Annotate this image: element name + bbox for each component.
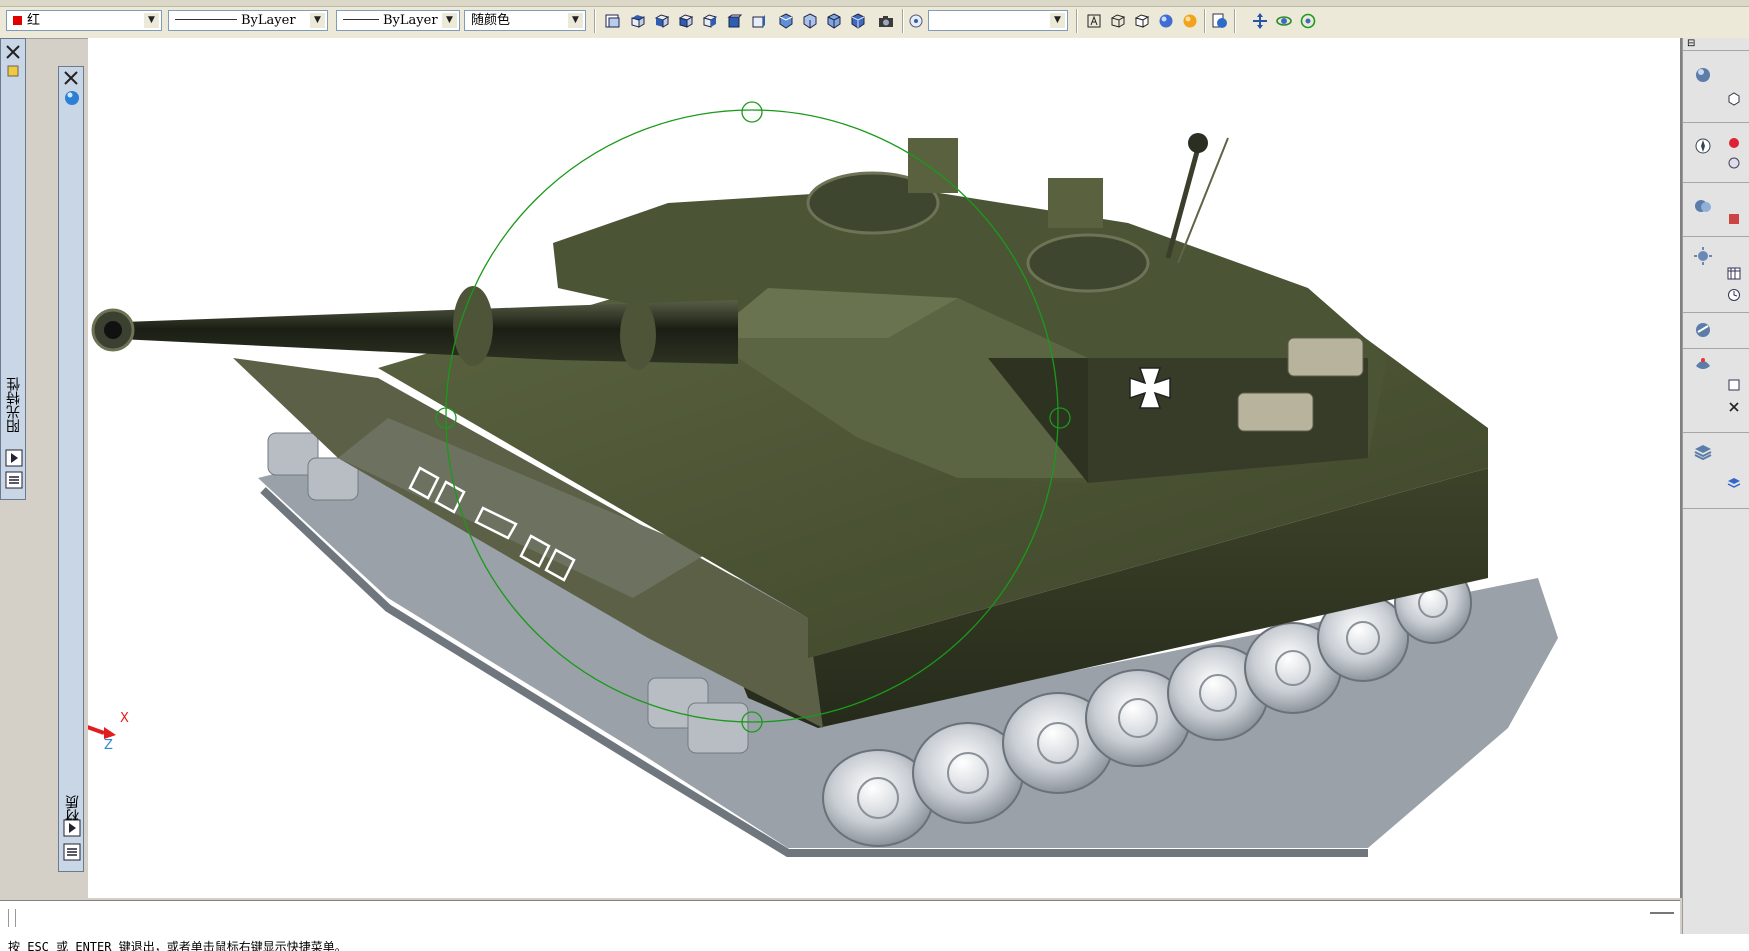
toolbar-strip bbox=[0, 0, 1749, 7]
back-view-icon[interactable] bbox=[748, 11, 768, 31]
ne-iso-view-icon[interactable] bbox=[824, 11, 844, 31]
list-icon[interactable] bbox=[63, 843, 81, 861]
plotstyle-combo[interactable]: 随颜色 ▼ bbox=[464, 10, 586, 31]
properties-menu-icon[interactable] bbox=[5, 449, 23, 467]
clock-icon[interactable] bbox=[1727, 288, 1741, 302]
toolbar-separator bbox=[1204, 9, 1206, 33]
linetype-combo[interactable]: ByLayer ▼ bbox=[168, 10, 328, 31]
command-prompt: 按 ESC 或 ENTER 键退出，或者单击鼠标右键显示快捷菜单。 bbox=[8, 940, 347, 951]
close-icon[interactable] bbox=[62, 69, 80, 87]
render-region-icon[interactable] bbox=[1727, 378, 1741, 392]
command-history: 按 ESC 或 ENTER 键退出，或者单击鼠标右键显示快捷菜单。 bbox=[0, 934, 1749, 951]
chevron-down-icon[interactable]: ▼ bbox=[568, 13, 583, 28]
materials-palette: 材质 bbox=[58, 66, 84, 872]
toolbar-separator bbox=[902, 9, 904, 33]
ucs-origin-icon[interactable] bbox=[906, 11, 926, 31]
camera-icon[interactable] bbox=[876, 11, 896, 31]
sunlight-properties-palette: 阳光特性 bbox=[0, 38, 26, 500]
left-view-icon[interactable] bbox=[676, 11, 696, 31]
linetype-sample bbox=[175, 19, 237, 20]
drawing-viewport[interactable]: Y X Z bbox=[88, 38, 1682, 898]
dashboard-render bbox=[1683, 348, 1749, 433]
properties-menu-icon[interactable] bbox=[63, 819, 81, 837]
auto-hide-icon[interactable] bbox=[5, 63, 23, 81]
command-scroll-indicator[interactable] bbox=[1650, 912, 1674, 914]
named-view-combo[interactable]: ▼ bbox=[928, 10, 1068, 31]
front-view-icon[interactable] bbox=[724, 11, 744, 31]
dashboard-lights bbox=[1683, 236, 1749, 313]
top-view-icon[interactable] bbox=[628, 11, 648, 31]
dashboard-visual-styles bbox=[1683, 182, 1749, 237]
dashboard-panel: ⊟ bbox=[1682, 38, 1749, 936]
palette-title: 阳光特性 bbox=[6, 377, 22, 433]
material-sphere-icon bbox=[63, 89, 81, 107]
named-views-icon[interactable] bbox=[603, 11, 623, 31]
close-icon[interactable] bbox=[4, 43, 22, 61]
3d-box-icon[interactable] bbox=[1727, 92, 1741, 106]
dashboard-3d-navigate bbox=[1683, 122, 1749, 183]
dashboard-materials bbox=[1683, 312, 1749, 349]
navigate-icon[interactable] bbox=[1693, 136, 1713, 156]
pan-icon[interactable] bbox=[1250, 11, 1270, 31]
ucs-icon: Y X Z bbox=[88, 663, 146, 773]
style-swatch-icon[interactable] bbox=[1727, 212, 1741, 226]
toolbar-separator bbox=[594, 9, 596, 33]
toolbar-separator bbox=[1234, 9, 1236, 33]
materials-icon[interactable] bbox=[1693, 320, 1713, 340]
ucs-z-label: Z bbox=[104, 738, 113, 753]
layer-states-icon[interactable] bbox=[1727, 476, 1741, 490]
fly-icon[interactable] bbox=[1727, 156, 1741, 170]
lineweight-combo[interactable]: ByLayer ▼ bbox=[336, 10, 460, 31]
ucs-x-label: X bbox=[120, 711, 129, 726]
conceptual-view-icon[interactable] bbox=[1180, 11, 1200, 31]
chevron-down-icon[interactable]: ▼ bbox=[144, 13, 159, 28]
chevron-down-icon[interactable]: ▼ bbox=[1050, 13, 1065, 28]
color-swatch bbox=[13, 16, 22, 25]
3d-wireframe-icon[interactable] bbox=[1108, 11, 1128, 31]
free-orbit-icon[interactable] bbox=[1298, 11, 1318, 31]
visual-styles-manager-icon[interactable] bbox=[1210, 11, 1230, 31]
chevron-down-icon[interactable]: ▼ bbox=[442, 13, 457, 28]
3d-make-icon[interactable] bbox=[1693, 64, 1713, 84]
right-view-icon[interactable] bbox=[700, 11, 720, 31]
calendar-icon[interactable] bbox=[1727, 266, 1741, 280]
collapse-icon[interactable]: ⊟ bbox=[1687, 38, 1695, 49]
list-icon[interactable] bbox=[5, 471, 23, 489]
tank-model bbox=[91, 101, 1558, 857]
orbit-icon[interactable] bbox=[1274, 11, 1294, 31]
bottom-view-icon[interactable] bbox=[652, 11, 672, 31]
sw-iso-view-icon[interactable] bbox=[776, 11, 796, 31]
chevron-down-icon[interactable]: ▼ bbox=[310, 13, 325, 28]
color-combo[interactable]: 红 ▼ bbox=[6, 10, 162, 31]
hidden-view-icon[interactable] bbox=[1132, 11, 1152, 31]
se-iso-view-icon[interactable] bbox=[800, 11, 820, 31]
nw-iso-view-icon[interactable] bbox=[848, 11, 868, 31]
render-icon[interactable] bbox=[1693, 354, 1713, 374]
layers-icon[interactable] bbox=[1693, 442, 1713, 462]
properties-toolbar: 红 ▼ ByLayer ▼ ByLayer ▼ 随颜色 ▼ ▼ bbox=[0, 0, 1749, 39]
command-window[interactable] bbox=[0, 900, 1680, 935]
lights-icon[interactable] bbox=[1693, 246, 1713, 266]
walk-icon[interactable] bbox=[1727, 136, 1741, 150]
close-icon[interactable] bbox=[1727, 400, 1741, 414]
2d-wireframe-icon[interactable] bbox=[1084, 11, 1104, 31]
visual-styles-icon[interactable] bbox=[1693, 196, 1713, 216]
toolbar-separator bbox=[1076, 9, 1078, 33]
command-grip[interactable] bbox=[8, 909, 16, 927]
lineweight-sample bbox=[343, 19, 379, 20]
dashboard-3d-make bbox=[1683, 50, 1749, 123]
realistic-view-icon[interactable] bbox=[1156, 11, 1176, 31]
dashboard-layers bbox=[1683, 432, 1749, 509]
